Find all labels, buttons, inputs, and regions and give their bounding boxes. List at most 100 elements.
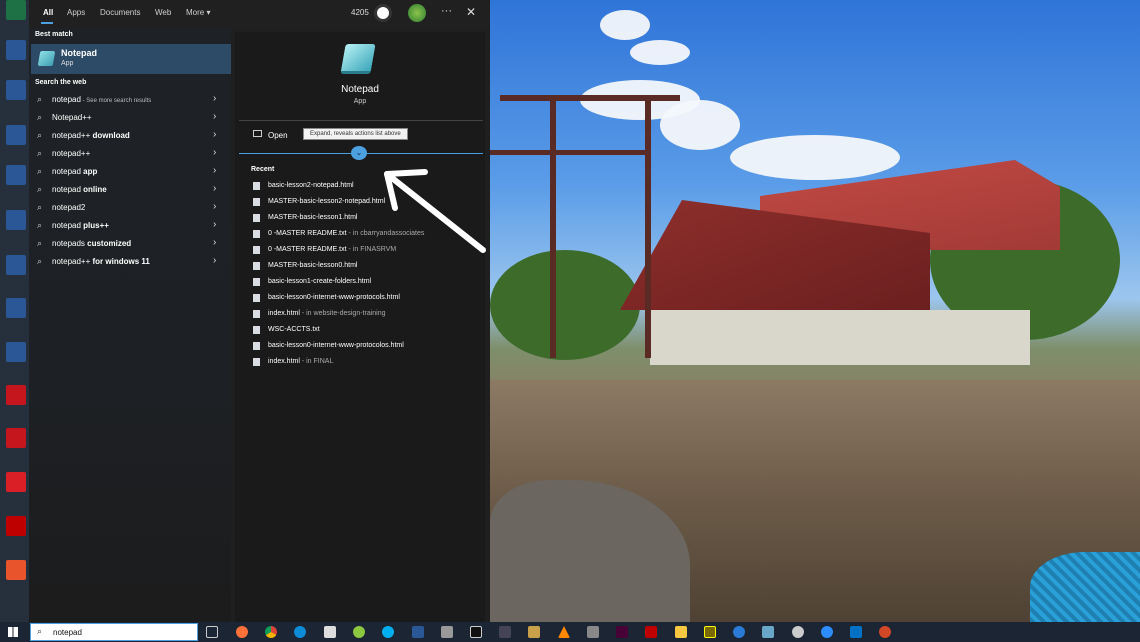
filezilla-icon[interactable] — [645, 626, 657, 638]
recent-file-name: 0 -MASTER README.txt — [268, 246, 347, 253]
web-result-1[interactable]: ⌕ Notepad++ › — [29, 109, 231, 127]
app-icon[interactable] — [6, 560, 26, 580]
chevron-right-icon: › — [213, 183, 217, 194]
more-options-button[interactable]: ··· — [441, 5, 452, 17]
expand-button[interactable]: ⌄ — [351, 146, 367, 160]
tooltip: Expand, reveals actions list above — [303, 128, 408, 140]
close-button[interactable]: ✕ — [466, 5, 476, 19]
dreamweaver-icon[interactable] — [616, 626, 628, 638]
terminal-icon[interactable] — [470, 626, 482, 638]
snipping-tool-icon[interactable] — [499, 626, 511, 638]
firefox-icon[interactable] — [236, 626, 248, 638]
outlook-icon[interactable] — [850, 626, 862, 638]
tab-documents[interactable]: Documents — [100, 8, 140, 17]
result-bold-text: download — [92, 131, 130, 140]
open-action[interactable]: Open — [268, 131, 288, 140]
acrobat-icon[interactable] — [6, 385, 26, 405]
result-text: notepad — [52, 221, 84, 230]
result-text: notepads — [52, 239, 88, 248]
search-icon: ⌕ — [37, 220, 43, 230]
word-file-icon[interactable] — [6, 165, 26, 185]
tab-web[interactable]: Web — [155, 8, 171, 17]
search-icon: ⌕ — [37, 184, 43, 194]
zoom-icon[interactable] — [821, 626, 833, 638]
calculator-icon[interactable] — [441, 626, 453, 638]
skype-icon[interactable] — [382, 626, 394, 638]
word-file-icon[interactable] — [6, 40, 26, 60]
word-icon[interactable] — [412, 626, 424, 638]
edge-icon[interactable] — [294, 626, 306, 638]
recent-item[interactable]: basic-lesson0-internet-www-protocolos.ht… — [253, 340, 483, 354]
search-query: notepad — [53, 628, 82, 637]
result-hint: - See more search results — [80, 98, 152, 104]
divider — [239, 120, 483, 121]
preview-app-type: App — [353, 98, 367, 105]
web-result-7[interactable]: ⌕ notepad plus++ › — [29, 217, 231, 235]
web-result-2[interactable]: ⌕ notepad++ download › — [29, 127, 231, 145]
best-match-notepad[interactable]: Notepad App — [31, 44, 231, 74]
webex-icon[interactable] — [353, 626, 365, 638]
file-icon — [253, 294, 260, 302]
excel-file-icon[interactable] — [6, 0, 26, 20]
web-result-5[interactable]: ⌕ notepad online › — [29, 181, 231, 199]
vlc-icon[interactable] — [558, 626, 570, 638]
app-icon[interactable] — [762, 626, 774, 638]
app-icon[interactable] — [792, 626, 804, 638]
word-file-icon[interactable] — [6, 255, 26, 275]
web-result-6[interactable]: ⌕ notepad2 › — [29, 199, 231, 217]
recent-file-name: basic-lesson1-create-folders.html — [268, 278, 372, 285]
desktop-icons-column — [0, 0, 30, 622]
filezilla-icon[interactable] — [6, 516, 26, 536]
result-text: notepad2 — [52, 203, 86, 212]
web-result-4[interactable]: ⌕ notepad app › — [29, 163, 231, 181]
web-result-8[interactable]: ⌕ notepads customized › — [29, 235, 231, 253]
result-bold-text: online — [83, 185, 107, 194]
word-file-icon[interactable] — [6, 80, 26, 100]
recent-item[interactable]: basic-lesson0-internet-www-protocols.htm… — [253, 292, 483, 306]
recent-item[interactable]: basic-lesson1-create-folders.html — [253, 276, 483, 290]
adobe-cloud-icon[interactable] — [6, 472, 26, 492]
web-result-3[interactable]: ⌕ notepad++ › — [29, 145, 231, 163]
recent-file-name: MASTER-basic-lesson2-notepad.html — [268, 198, 386, 205]
recent-file-name: basic-lesson0-internet-www-protocolos.ht… — [268, 342, 404, 349]
edge-icon[interactable] — [733, 626, 745, 638]
web-result-9[interactable]: ⌕ notepad++ for windows 11 › — [29, 253, 231, 271]
result-text: notepad++ — [52, 131, 93, 140]
word-file-icon[interactable] — [6, 342, 26, 362]
word-file-icon[interactable] — [6, 125, 26, 145]
taskbar-search-input[interactable]: ⌕ notepad — [30, 623, 198, 641]
recent-file-name: 0 -MASTER README.txt — [268, 230, 347, 237]
file-explorer-icon[interactable] — [675, 626, 687, 638]
search-icon: ⌕ — [37, 202, 43, 212]
acrobat-icon[interactable] — [6, 428, 26, 448]
security-icon[interactable] — [324, 626, 336, 638]
file-icon — [253, 358, 260, 366]
rewards-points[interactable]: 4205 — [351, 8, 369, 17]
best-match-subtitle: App — [61, 60, 74, 67]
file-icon — [253, 182, 260, 190]
search-icon: ⌕ — [37, 626, 43, 636]
powerpoint-icon[interactable] — [879, 626, 891, 638]
taskbar: ⌕ notepad — [0, 622, 1140, 642]
avatar[interactable] — [408, 4, 426, 22]
tab-all[interactable]: All — [43, 8, 53, 17]
app-icon[interactable] — [528, 626, 540, 638]
recent-item[interactable]: WSC-ACCTS.txt — [253, 324, 483, 338]
web-result-0[interactable]: ⌕ notepad - See more search results › — [29, 91, 231, 109]
tab-apps[interactable]: Apps — [67, 8, 85, 17]
recent-item[interactable]: index.html - in website-design-training — [253, 308, 483, 322]
camera-icon[interactable] — [587, 626, 599, 638]
recent-item[interactable]: MASTER-basic-lesson0.html — [253, 260, 483, 274]
fireworks-icon[interactable] — [704, 626, 716, 638]
recent-item[interactable]: index.html - in FINAL — [253, 356, 483, 370]
windows-start-icon[interactable] — [8, 627, 18, 637]
word-file-icon[interactable] — [6, 210, 26, 230]
search-web-heading: Search the web — [35, 79, 87, 86]
word-file-icon[interactable] — [6, 298, 26, 318]
recent-file-name: MASTER-basic-lesson0.html — [268, 262, 358, 269]
task-view-icon[interactable] — [206, 626, 218, 638]
rewards-trophy-icon[interactable] — [374, 4, 392, 22]
tab-more[interactable]: More ▾ — [186, 8, 210, 17]
chrome-icon[interactable] — [265, 626, 277, 638]
notepad-icon — [340, 44, 376, 74]
